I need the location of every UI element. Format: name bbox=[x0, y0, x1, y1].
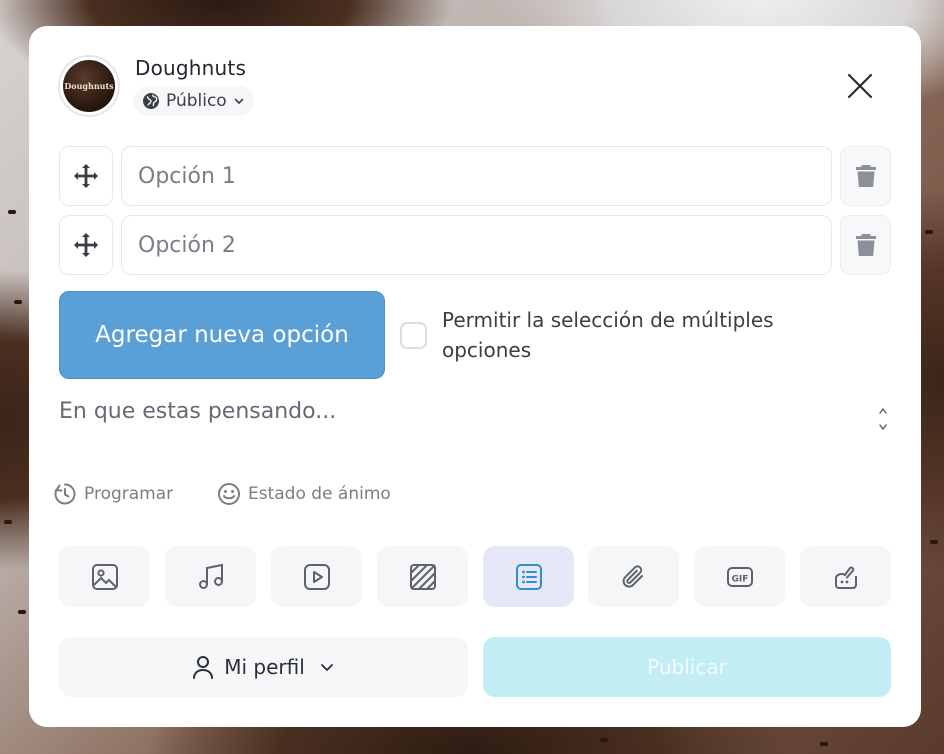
add-background-button[interactable] bbox=[377, 546, 468, 607]
user-icon bbox=[193, 656, 214, 679]
pattern-icon bbox=[409, 563, 436, 590]
avatar-image: Doughnuts bbox=[63, 60, 115, 112]
multi-select-label: Permitir la selección de múltiples opcio… bbox=[442, 308, 774, 362]
background-speck bbox=[930, 540, 938, 544]
background-speck bbox=[820, 742, 828, 746]
add-option-button[interactable]: Agregar nueva opción bbox=[59, 291, 385, 379]
gif-icon: GIF bbox=[726, 566, 753, 587]
svg-text:GIF: GIF bbox=[731, 574, 748, 584]
mood-label: Estado de ánimo bbox=[248, 484, 391, 504]
close-icon bbox=[847, 73, 873, 99]
drag-handle[interactable] bbox=[59, 146, 113, 206]
add-video-button[interactable] bbox=[271, 546, 362, 607]
delete-option-button[interactable] bbox=[840, 215, 891, 275]
attachment-icon bbox=[622, 564, 643, 588]
privacy-label: Público bbox=[166, 91, 227, 111]
page-name: Doughnuts bbox=[135, 56, 247, 80]
post-text-input[interactable] bbox=[59, 399, 859, 439]
trash-icon bbox=[855, 234, 876, 256]
clock-icon bbox=[54, 483, 76, 505]
music-icon bbox=[198, 563, 223, 589]
poll-option-input[interactable] bbox=[121, 146, 832, 206]
poll-option-row bbox=[59, 146, 891, 208]
poll-list-icon bbox=[515, 563, 542, 590]
add-music-button[interactable] bbox=[165, 546, 256, 607]
publish-button[interactable]: Publicar bbox=[483, 637, 891, 697]
add-image-button[interactable] bbox=[59, 546, 150, 607]
delete-option-button[interactable] bbox=[840, 146, 891, 206]
textarea-resize-icon[interactable] bbox=[877, 406, 889, 432]
add-poll-button[interactable] bbox=[483, 546, 574, 607]
globe-icon bbox=[143, 93, 159, 109]
move-icon bbox=[74, 233, 98, 257]
background-speck bbox=[18, 610, 26, 614]
add-gif-button[interactable]: GIF bbox=[694, 546, 785, 607]
privacy-dropdown[interactable]: Público bbox=[133, 86, 254, 116]
profile-selector-button[interactable]: Mi perfil bbox=[59, 637, 468, 697]
avatar[interactable]: Doughnuts bbox=[58, 55, 120, 117]
schedule-label: Programar bbox=[84, 484, 174, 504]
drag-handle[interactable] bbox=[59, 215, 113, 275]
mood-button[interactable]: Estado de ánimo bbox=[217, 481, 391, 507]
background-speck bbox=[14, 300, 22, 304]
close-button[interactable] bbox=[846, 72, 874, 100]
chevron-down-icon bbox=[234, 98, 244, 105]
poll-option-row bbox=[59, 215, 891, 277]
background-speck bbox=[8, 210, 16, 214]
poll-option-input[interactable] bbox=[121, 215, 832, 275]
profile-label: Mi perfil bbox=[224, 655, 305, 679]
background-speck bbox=[600, 738, 608, 742]
avatar-logo-text: Doughnuts bbox=[64, 81, 114, 91]
add-sticker-button[interactable] bbox=[800, 546, 891, 607]
image-icon bbox=[91, 563, 118, 590]
create-poll-dialog: Doughnuts Doughnuts Público Opción 1 Opc… bbox=[29, 26, 921, 727]
sticker-icon bbox=[834, 566, 857, 589]
add-attachment-button[interactable] bbox=[588, 546, 679, 607]
smiley-icon bbox=[218, 483, 240, 505]
move-icon bbox=[74, 164, 98, 188]
multi-select-checkbox[interactable] bbox=[400, 322, 427, 349]
background-speck bbox=[4, 520, 12, 524]
video-icon bbox=[303, 563, 330, 590]
background-speck bbox=[925, 230, 933, 234]
schedule-button[interactable]: Programar bbox=[53, 481, 173, 507]
trash-icon bbox=[855, 165, 876, 187]
chevron-down-icon bbox=[320, 664, 333, 672]
